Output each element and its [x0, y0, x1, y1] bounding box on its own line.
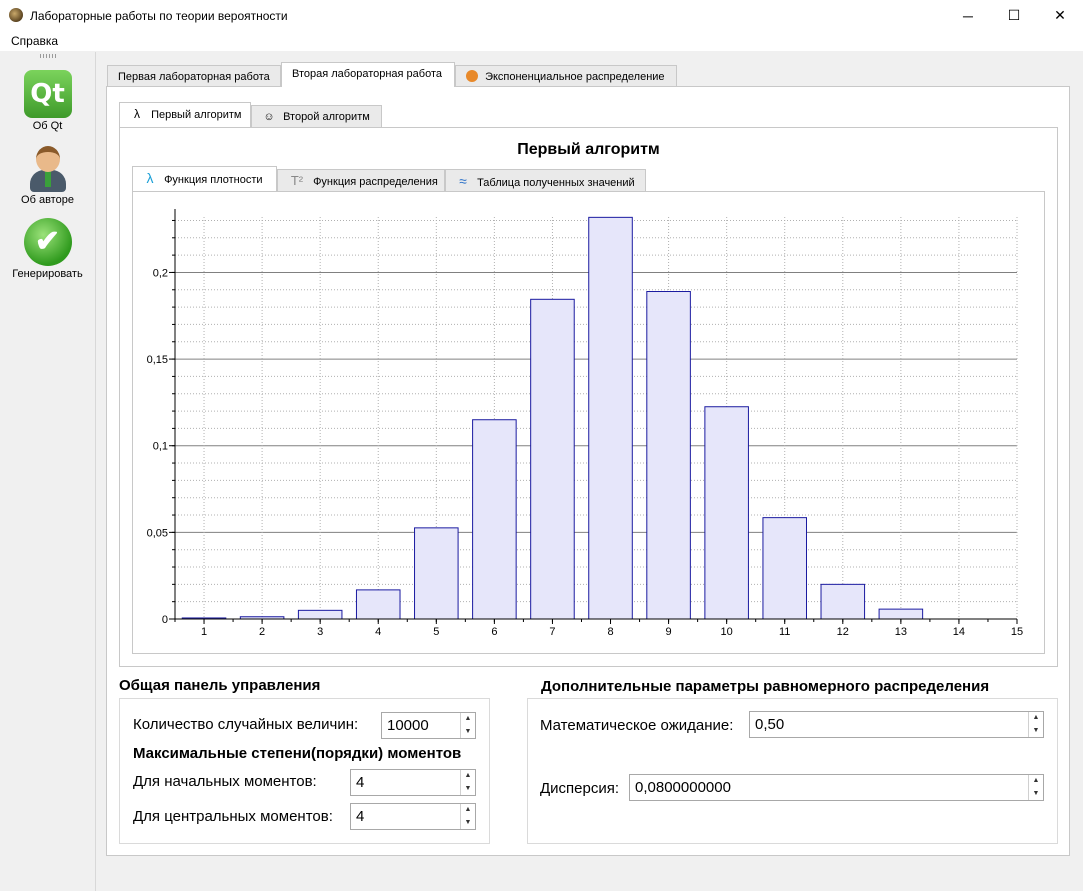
moments-title: Максимальные степени(порядки) моментов [133, 745, 462, 762]
count-spinbox[interactable]: 10000 ▲ ▼ [381, 712, 476, 739]
count-value: 10000 [387, 717, 429, 734]
chart-bar [414, 527, 459, 620]
chart-bar [762, 517, 808, 620]
lambda-badge-icon [466, 70, 478, 83]
lambda-icon: λ [146, 170, 154, 186]
spin-up-icon[interactable]: ▲ [1029, 712, 1043, 725]
chart-bar [472, 419, 517, 620]
x-tick-label: 8 [607, 626, 613, 638]
algorithm-title: Первый алгоритм [517, 141, 660, 158]
central-moments-spinbox[interactable]: 4 ▲ ▼ [350, 803, 476, 830]
minimize-button[interactable]: ─ [945, 0, 991, 31]
variance-label: Дисперсия: [540, 780, 620, 797]
chart-bar [355, 589, 401, 620]
tab-distribution-label: Функция распределения [313, 176, 438, 188]
mean-label: Математическое ожидание: [540, 717, 734, 734]
lambda-icon: λ [134, 107, 140, 121]
spin-down-icon[interactable]: ▼ [1029, 788, 1043, 801]
spin-down-icon[interactable]: ▼ [1029, 725, 1043, 738]
app-icon [9, 8, 23, 22]
wave-icon: ≈ [459, 173, 467, 189]
x-tick-label: 12 [837, 626, 849, 638]
initial-moments-spinbox[interactable]: 4 ▲ ▼ [350, 769, 476, 796]
central-moments-label: Для центральных моментов: [133, 808, 333, 825]
robot-icon: ☺ [263, 111, 275, 123]
tab-exponential-label: Экспоненциальное распределение [485, 71, 665, 83]
x-tick-label: 10 [721, 626, 733, 638]
menu-help[interactable]: Справка [11, 34, 58, 48]
superscript-icon: T² [290, 173, 304, 188]
user-avatar-icon [24, 144, 72, 192]
spin-up-icon[interactable]: ▲ [461, 770, 475, 783]
tab-values-table-label: Таблица полученных значений [477, 177, 635, 189]
count-label: Количество случайных величин: [133, 716, 359, 733]
chart-bar [646, 291, 691, 620]
x-tick-label: 3 [317, 626, 323, 638]
tab-density[interactable]: λ Функция плотности [132, 166, 277, 191]
density-chart: 00,050,10,150,21 2 3 4 5 6 7 8 9 10 11 12 13 14 15 [147, 209, 1023, 638]
about-author-button[interactable]: Об авторе [0, 144, 95, 206]
tab-exponential[interactable]: Экспоненциальное распределение [455, 65, 677, 87]
generate-button[interactable]: ✔ Генерировать [0, 218, 95, 280]
variance-spinbox[interactable]: 0,0800000000 ▲ ▼ [629, 774, 1044, 801]
tab-first-algorithm-label: Первый алгоритм [151, 109, 242, 121]
extra-params-title: Дополнительные параметры равномерного ра… [541, 678, 990, 695]
about-author-label: Об авторе [21, 194, 74, 206]
y-tick-label: 0,1 [153, 441, 168, 453]
x-tick-label: 15 [1011, 626, 1023, 638]
y-tick-label: 0,2 [153, 267, 168, 279]
about-qt-label: Об Qt [32, 120, 63, 132]
tab-lab1[interactable]: Первая лабораторная работа [107, 65, 281, 87]
x-tick-label: 9 [666, 626, 672, 638]
tab-second-algorithm[interactable]: ☺ Второй алгоритм [251, 105, 382, 127]
x-tick-label: 6 [491, 626, 497, 638]
y-tick-label: 0 [162, 614, 168, 626]
y-tick-label: 0,15 [147, 354, 168, 366]
y-tick-label: 0,05 [147, 527, 168, 539]
tab-second-algorithm-label: Второй алгоритм [283, 111, 370, 123]
tab-values-table[interactable]: ≈ Таблица полученных значений [445, 169, 646, 191]
tab-lab2[interactable]: Вторая лабораторная работа [281, 62, 455, 87]
mean-spinbox[interactable]: 0,50 ▲ ▼ [749, 711, 1044, 738]
spin-down-icon[interactable]: ▼ [461, 726, 475, 739]
variance-value: 0,0800000000 [635, 779, 731, 796]
initial-moments-value: 4 [356, 774, 365, 791]
x-tick-label: 14 [953, 626, 965, 638]
spin-up-icon[interactable]: ▲ [1029, 775, 1043, 788]
x-tick-label: 13 [895, 626, 907, 638]
chart-bar [588, 216, 633, 620]
x-tick-label: 5 [433, 626, 439, 638]
initial-moments-label: Для начальных моментов: [133, 773, 317, 790]
spin-down-icon[interactable]: ▼ [461, 783, 475, 796]
spin-up-icon[interactable]: ▲ [461, 713, 475, 726]
chart-bar [820, 583, 866, 620]
spin-down-icon[interactable]: ▼ [461, 817, 475, 830]
spin-up-icon[interactable]: ▲ [461, 804, 475, 817]
generate-label: Генерировать [12, 268, 83, 280]
chart-bar [704, 406, 749, 620]
qt-logo-icon: Qt [23, 70, 72, 118]
close-button[interactable]: ✕ [1037, 0, 1083, 31]
x-tick-label: 11 [779, 626, 790, 638]
chart-bar [530, 298, 575, 620]
x-tick-label: 1 [201, 626, 207, 638]
menu-bar [0, 31, 1083, 52]
chart-bar [878, 608, 924, 620]
tab-first-algorithm[interactable]: λ Первый алгоритм [119, 102, 251, 127]
mean-value: 0,50 [755, 716, 785, 733]
central-moments-value: 4 [356, 808, 365, 825]
about-qt-button[interactable]: Qt Об Qt [0, 70, 95, 132]
tab-density-label: Функция плотности [164, 174, 263, 186]
window-title: Лабораторные работы по теории вероятност… [30, 9, 288, 23]
x-tick-label: 7 [549, 626, 555, 638]
tab-distribution[interactable]: T² Функция распределения [277, 169, 445, 191]
toolbar-grip-icon[interactable] [40, 54, 56, 58]
checkmark-icon: ✔ [23, 218, 72, 266]
x-tick-label: 2 [259, 626, 265, 638]
chart-bar [297, 609, 343, 620]
x-tick-label: 4 [375, 626, 381, 638]
maximize-button[interactable]: ☐ [991, 0, 1037, 31]
control-panel-title: Общая панель управления [119, 677, 321, 694]
